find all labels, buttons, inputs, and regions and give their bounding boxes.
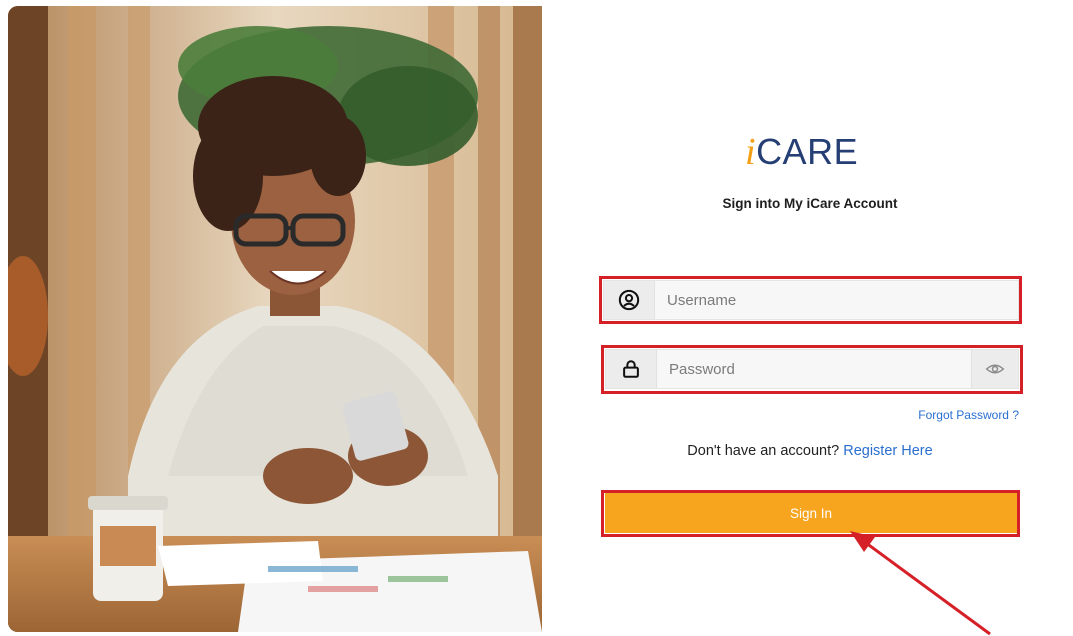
- user-circle-icon: [604, 281, 655, 319]
- logo-prefix: i: [745, 131, 757, 173]
- sign-in-button[interactable]: Sign In: [605, 493, 1017, 533]
- register-prompt: Don't have an account? Register Here: [640, 443, 980, 459]
- logo-text: CARE: [756, 131, 859, 172]
- eye-icon[interactable]: [971, 350, 1018, 388]
- register-link[interactable]: Register Here: [843, 443, 932, 459]
- login-page: iCARE Sign into My iCare Account Usernam…: [0, 0, 1073, 636]
- hero-photo: [8, 6, 542, 632]
- login-subtitle: Sign into My iCare Account: [722, 196, 898, 211]
- username-field: [603, 280, 1019, 320]
- no-account-text: Don't have an account?: [687, 443, 840, 459]
- password-field: [605, 349, 1019, 389]
- username-input[interactable]: [655, 281, 1018, 319]
- password-input[interactable]: [657, 350, 971, 388]
- icare-logo: iCARE: [745, 130, 858, 174]
- forgot-password-link[interactable]: Forgot Password ?: [918, 408, 1019, 422]
- hero-illustration: [8, 6, 542, 632]
- lock-icon: [606, 350, 657, 388]
